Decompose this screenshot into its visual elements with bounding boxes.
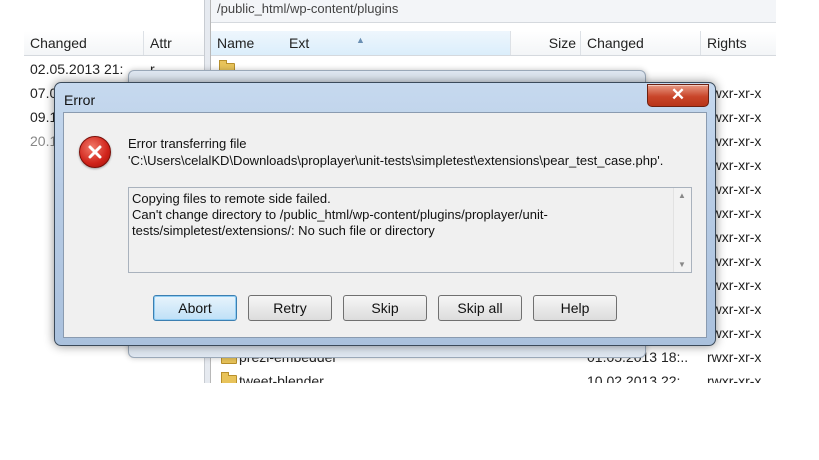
details-scrollbar[interactable]: ▲ ▼	[673, 188, 691, 272]
details-line: tests/simpletest/extensions/: No such fi…	[132, 223, 435, 238]
error-message-heading: Error transferring file	[128, 136, 247, 151]
dialog-body: Error transferring file 'C:\Users\celalK…	[63, 112, 707, 338]
error-dialog: Error ✕ Error transferring file 'C:\User…	[54, 82, 716, 346]
details-line: Can't change directory to /public_html/w…	[132, 207, 548, 222]
column-header-changed[interactable]: Changed	[24, 31, 144, 55]
ext-label: Ext	[289, 35, 310, 51]
column-header-rights[interactable]: Rights	[701, 31, 776, 55]
close-button[interactable]: ✕	[647, 84, 709, 107]
name-label: Name	[217, 35, 255, 51]
remote-path-bar[interactable]: /public_html/wp-content/plugins	[211, 0, 776, 23]
right-panel-header: Name Ext ▲ Size Changed Rights	[211, 31, 776, 56]
retry-button[interactable]: Retry	[248, 295, 332, 321]
skip-button[interactable]: Skip	[343, 295, 427, 321]
details-line: Copying files to remote side failed.	[132, 191, 331, 206]
column-header-attr[interactable]: Attr	[144, 31, 204, 55]
abort-button[interactable]: Abort	[153, 295, 237, 321]
skip-all-button[interactable]: Skip all	[438, 295, 522, 321]
file-changed: 10.02.2013 22:	[587, 373, 681, 383]
error-details-text: Copying files to remote side failed. Can…	[132, 191, 668, 239]
changed-value: 02.05.2013 21:	[30, 61, 124, 77]
column-header-size[interactable]: Size	[511, 31, 581, 55]
table-row[interactable]: tweet-blender 10.02.2013 22: rwxr-xr-x	[211, 369, 776, 383]
error-icon	[79, 136, 111, 168]
left-panel-header: Changed Attr	[24, 31, 204, 56]
file-rights: rwxr-xr-x	[707, 349, 762, 365]
error-details-box[interactable]: Copying files to remote side failed. Can…	[128, 187, 692, 273]
error-message-filepath: 'C:\Users\celalKD\Downloads\proplayer\un…	[128, 153, 664, 168]
column-header-changed[interactable]: Changed	[581, 31, 701, 55]
dialog-title: Error	[64, 92, 96, 108]
file-name: tweet-blender	[239, 373, 324, 383]
scroll-up-icon[interactable]: ▲	[678, 191, 686, 200]
help-button[interactable]: Help	[533, 295, 617, 321]
scroll-down-icon[interactable]: ▼	[678, 260, 686, 269]
file-rights: rwxr-xr-x	[707, 373, 762, 383]
sort-ascending-icon: ▲	[356, 35, 365, 45]
column-header-name[interactable]: Name Ext ▲	[211, 31, 511, 55]
